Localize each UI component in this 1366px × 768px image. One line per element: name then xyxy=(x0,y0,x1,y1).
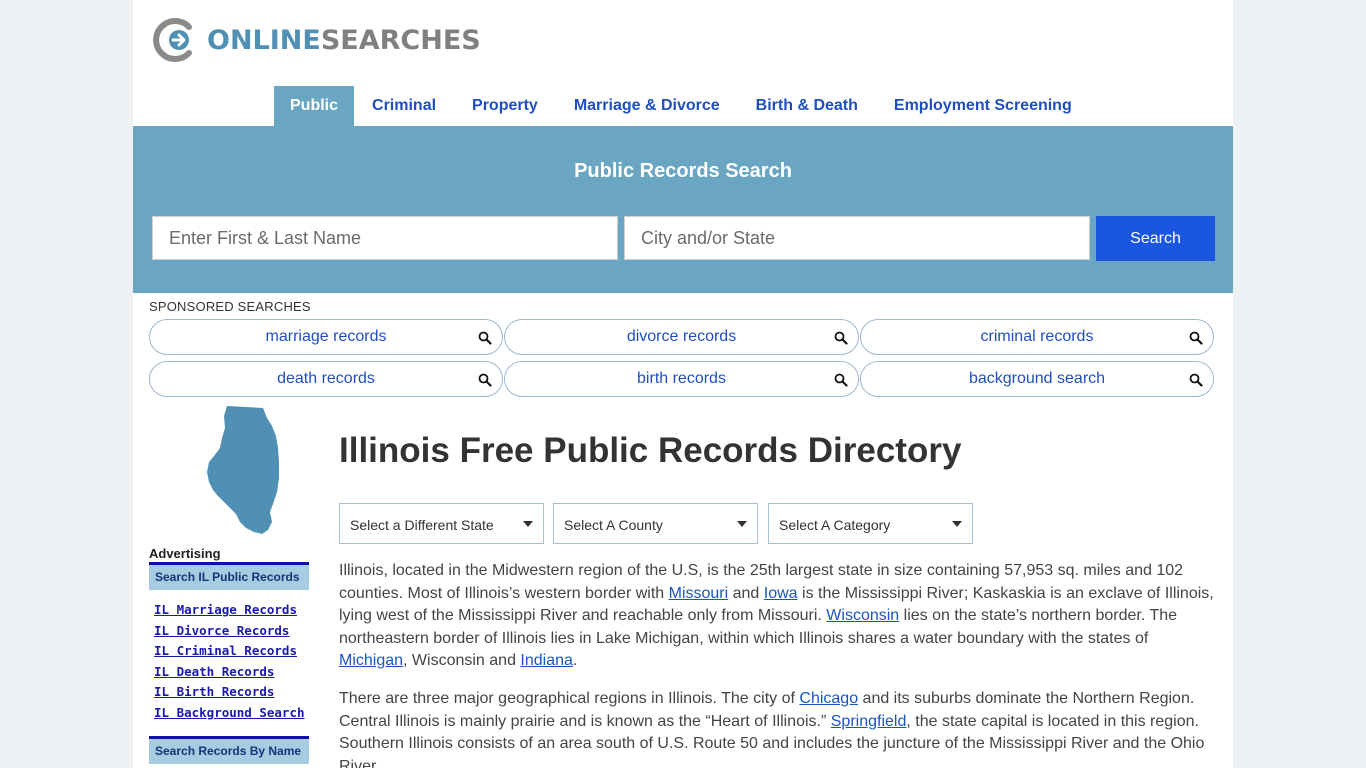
search-icon xyxy=(1189,331,1203,345)
nav-employment-screening[interactable]: Employment Screening xyxy=(876,86,1090,126)
main-nav: Public Criminal Property Marriage & Divo… xyxy=(274,86,1090,126)
page-title: Illinois Free Public Records Directory xyxy=(339,431,962,470)
county-select[interactable]: Select A County xyxy=(553,503,758,544)
search-icon xyxy=(834,373,848,387)
logo-text: ONLINESEARCHES xyxy=(207,24,481,56)
logo-icon xyxy=(153,18,192,62)
name-input[interactable] xyxy=(152,216,618,260)
search-icon xyxy=(1189,373,1203,387)
sidebar-link-criminal[interactable]: IL Criminal Records xyxy=(154,643,297,658)
illinois-map-icon xyxy=(207,406,279,534)
sponsored-death-records[interactable]: death records xyxy=(149,361,503,397)
nav-property[interactable]: Property xyxy=(454,86,556,126)
regions-paragraph: There are three major geographical regio… xyxy=(339,690,1205,768)
search-band: Public Records Search Search xyxy=(133,126,1233,293)
link-iowa[interactable]: Iowa xyxy=(764,585,798,602)
sponsored-label: SPONSORED SEARCHES xyxy=(149,299,311,314)
chevron-down-icon xyxy=(737,521,747,527)
link-chicago[interactable]: Chicago xyxy=(799,690,858,707)
search-icon xyxy=(478,331,492,345)
sponsored-marriage-records[interactable]: marriage records xyxy=(149,319,503,355)
nav-marriage-divorce[interactable]: Marriage & Divorce xyxy=(556,86,738,126)
search-button[interactable]: Search xyxy=(1096,216,1215,261)
sidebar-link-marriage[interactable]: IL Marriage Records xyxy=(154,602,297,617)
sidebar-link-divorce[interactable]: IL Divorce Records xyxy=(154,623,289,638)
search-icon xyxy=(834,331,848,345)
nav-public[interactable]: Public xyxy=(274,86,355,126)
nav-birth-death[interactable]: Birth & Death xyxy=(738,86,876,126)
intro-paragraph: Illinois, located in the Midwestern regi… xyxy=(339,562,1214,669)
sponsored-criminal-records[interactable]: criminal records xyxy=(860,319,1214,355)
sidebar-links: IL Marriage Records IL Divorce Records I… xyxy=(154,602,305,726)
site-logo[interactable]: ONLINESEARCHES xyxy=(153,18,481,62)
sidebar-heading-public-records: Search IL Public Records xyxy=(149,562,309,590)
nav-criminal[interactable]: Criminal xyxy=(354,86,454,126)
sponsored-divorce-records[interactable]: divorce records xyxy=(504,319,859,355)
link-indiana[interactable]: Indiana xyxy=(520,652,573,669)
city-state-input[interactable] xyxy=(624,216,1090,260)
category-select[interactable]: Select A Category xyxy=(768,503,973,544)
link-missouri[interactable]: Missouri xyxy=(669,585,729,602)
chevron-down-icon xyxy=(523,521,533,527)
state-select[interactable]: Select a Different State xyxy=(339,503,544,544)
sidebar-heading-by-name: Search Records By Name xyxy=(149,736,309,764)
chevron-down-icon xyxy=(952,521,962,527)
page: ONLINESEARCHES Public Criminal Property … xyxy=(133,0,1233,768)
advertising-label: Advertising xyxy=(149,546,221,561)
sidebar-link-background[interactable]: IL Background Search xyxy=(154,705,305,720)
link-michigan[interactable]: Michigan xyxy=(339,652,403,669)
search-icon xyxy=(478,373,492,387)
sidebar-link-birth[interactable]: IL Birth Records xyxy=(154,684,274,699)
link-springfield[interactable]: Springfield xyxy=(831,713,907,730)
sidebar-link-death[interactable]: IL Death Records xyxy=(154,664,274,679)
search-title: Public Records Search xyxy=(574,160,792,182)
sponsored-background-search[interactable]: background search xyxy=(860,361,1214,397)
sponsored-birth-records[interactable]: birth records xyxy=(504,361,859,397)
link-wisconsin[interactable]: Wisconsin xyxy=(826,607,899,624)
